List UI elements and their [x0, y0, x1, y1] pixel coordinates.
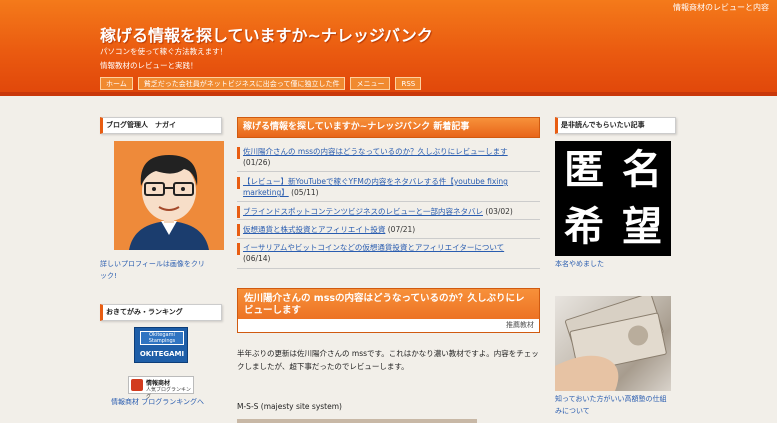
divider: [237, 201, 540, 202]
post-category[interactable]: 推薦教材: [238, 319, 539, 332]
article-link-1[interactable]: 佐川陽介さんの mssの内容はどうなっているのか？久しぶりにレビューします: [243, 147, 508, 156]
blog-ranking-link[interactable]: 情報商材 ブログランキングへ: [111, 397, 204, 407]
money-photo[interactable]: [555, 296, 671, 391]
article-link-2[interactable]: 【レビュー】新YouTubeで稼ぐYFMの内容をネタバレする件【youtube …: [243, 177, 508, 197]
article-date-3: (03/02): [485, 207, 513, 216]
article-item-2: 【レビュー】新YouTubeで稼ぐYFMの内容をネタバレする件【youtube …: [243, 176, 538, 198]
article-item-4: 仮想通貨と株式投資とアフィリエイト投資 (07/21): [243, 224, 538, 235]
article-item-5: イーサリアムやビットコインなどの仮想通貨投資とアフィリエイターについて (06/…: [243, 242, 538, 264]
post-header: 佐川陽介さんの mssの内容はどうなっているのか？久しぶりにレビューします 推薦…: [237, 288, 540, 333]
article-bullet: [237, 206, 240, 218]
nav-item-home[interactable]: ホーム: [100, 77, 133, 90]
anon-char-2: 名: [622, 147, 662, 193]
article-link-5[interactable]: イーサリアムやビットコインなどの仮想通貨投資とアフィリエイターについて: [243, 243, 504, 252]
anon-char-3: 希: [564, 204, 604, 250]
article-item-3: ブラインドスポットコンテンツビジネスのレビューと一部内容ネタバレ (03/02): [243, 206, 538, 217]
post-body: 半年ぶりの更新は佐川陽介さんの mssです。これはかなり濃い教材ですよ。内容をチ…: [237, 349, 539, 371]
anon-char-1: 匿: [564, 147, 604, 193]
blog-ranking-badge[interactable]: 情報商材 人気ブログランキング: [128, 376, 194, 400]
post-image: [237, 419, 477, 423]
divider: [237, 238, 540, 239]
nav-item-story[interactable]: 貧乏だった会社員がネットビジネスに出会って僅に独立した件: [137, 77, 346, 90]
site-tagline-1: パソコンを使って稼ぐ方法教えます！: [100, 47, 228, 56]
article-link-3[interactable]: ブラインドスポットコンテンツビジネスのレビューと一部内容ネタバレ: [243, 207, 483, 216]
anonymous-banner[interactable]: 匿 名 希 望: [555, 141, 671, 256]
article-bullet: [237, 177, 240, 189]
article-link-4[interactable]: 仮想通貨と株式投資とアフィリエイト投資: [243, 225, 385, 234]
okitegami-badge[interactable]: Okitegami Stampings OKITEGAMI: [134, 327, 188, 363]
profile-link[interactable]: 詳しいプロフィールは画像をクリック!: [100, 258, 210, 282]
ranking-box-title: おきてがみ・ランキング: [100, 304, 222, 321]
money-article-link[interactable]: 知っておいた方がいい高額塾の仕組みについて: [555, 393, 673, 417]
nav-item-menu[interactable]: メニュー: [350, 77, 391, 90]
site-title[interactable]: 稼げる情報を探していますか~ナレッジバンク: [100, 22, 433, 46]
recommended-box-title: 是非読んでもらいたい記事: [555, 117, 676, 134]
article-bullet: [237, 243, 240, 255]
money-illustration: [555, 296, 667, 391]
article-bullet: [237, 224, 240, 236]
ranking-logo-icon: [131, 379, 143, 391]
article-item-1: 佐川陽介さんの mssの内容はどうなっているのか？久しぶりにレビューします (0…: [243, 146, 538, 168]
divider: [237, 171, 540, 172]
profile-box-title: ブログ管理人 ナガイ: [100, 117, 222, 134]
article-date-2: (05/11): [291, 188, 319, 197]
site-tagline-2: 情報教材のレビューと実践！: [100, 61, 198, 70]
profile-avatar[interactable]: [114, 141, 224, 250]
post-title[interactable]: 佐川陽介さんの mssの内容はどうなっているのか？久しぶりにレビューします: [244, 293, 534, 317]
post-body-subheading: M-S-S (majesty site system): [237, 402, 342, 411]
header-top-right-text: 情報商材のレビューと内容: [673, 3, 769, 12]
article-bullet: [237, 147, 240, 159]
main-nav: ホーム 貧乏だった会社員がネットビジネスに出会って僅に独立した件 メニュー RS…: [100, 77, 422, 90]
article-date-4: (07/21): [387, 225, 416, 234]
article-date-1: (01/26): [243, 158, 271, 167]
anon-char-4: 望: [622, 204, 662, 250]
article-date-5: (06/14): [243, 254, 271, 263]
new-articles-title: 稼げる情報を探していますか~ナレッジバンク 新着記事: [237, 117, 540, 138]
okitegami-stamp: Okitegami Stampings: [140, 331, 184, 345]
nav-item-rss[interactable]: RSS: [395, 77, 422, 90]
avatar-illustration: [114, 141, 224, 250]
anonymous-article-link[interactable]: 本名やめました: [555, 259, 604, 269]
divider: [237, 268, 540, 269]
okitegami-label: OKITEGAMI: [139, 350, 185, 358]
divider: [237, 219, 540, 220]
site-header: 情報商材のレビューと内容 稼げる情報を探していますか~ナレッジバンク パソコンを…: [0, 0, 777, 96]
